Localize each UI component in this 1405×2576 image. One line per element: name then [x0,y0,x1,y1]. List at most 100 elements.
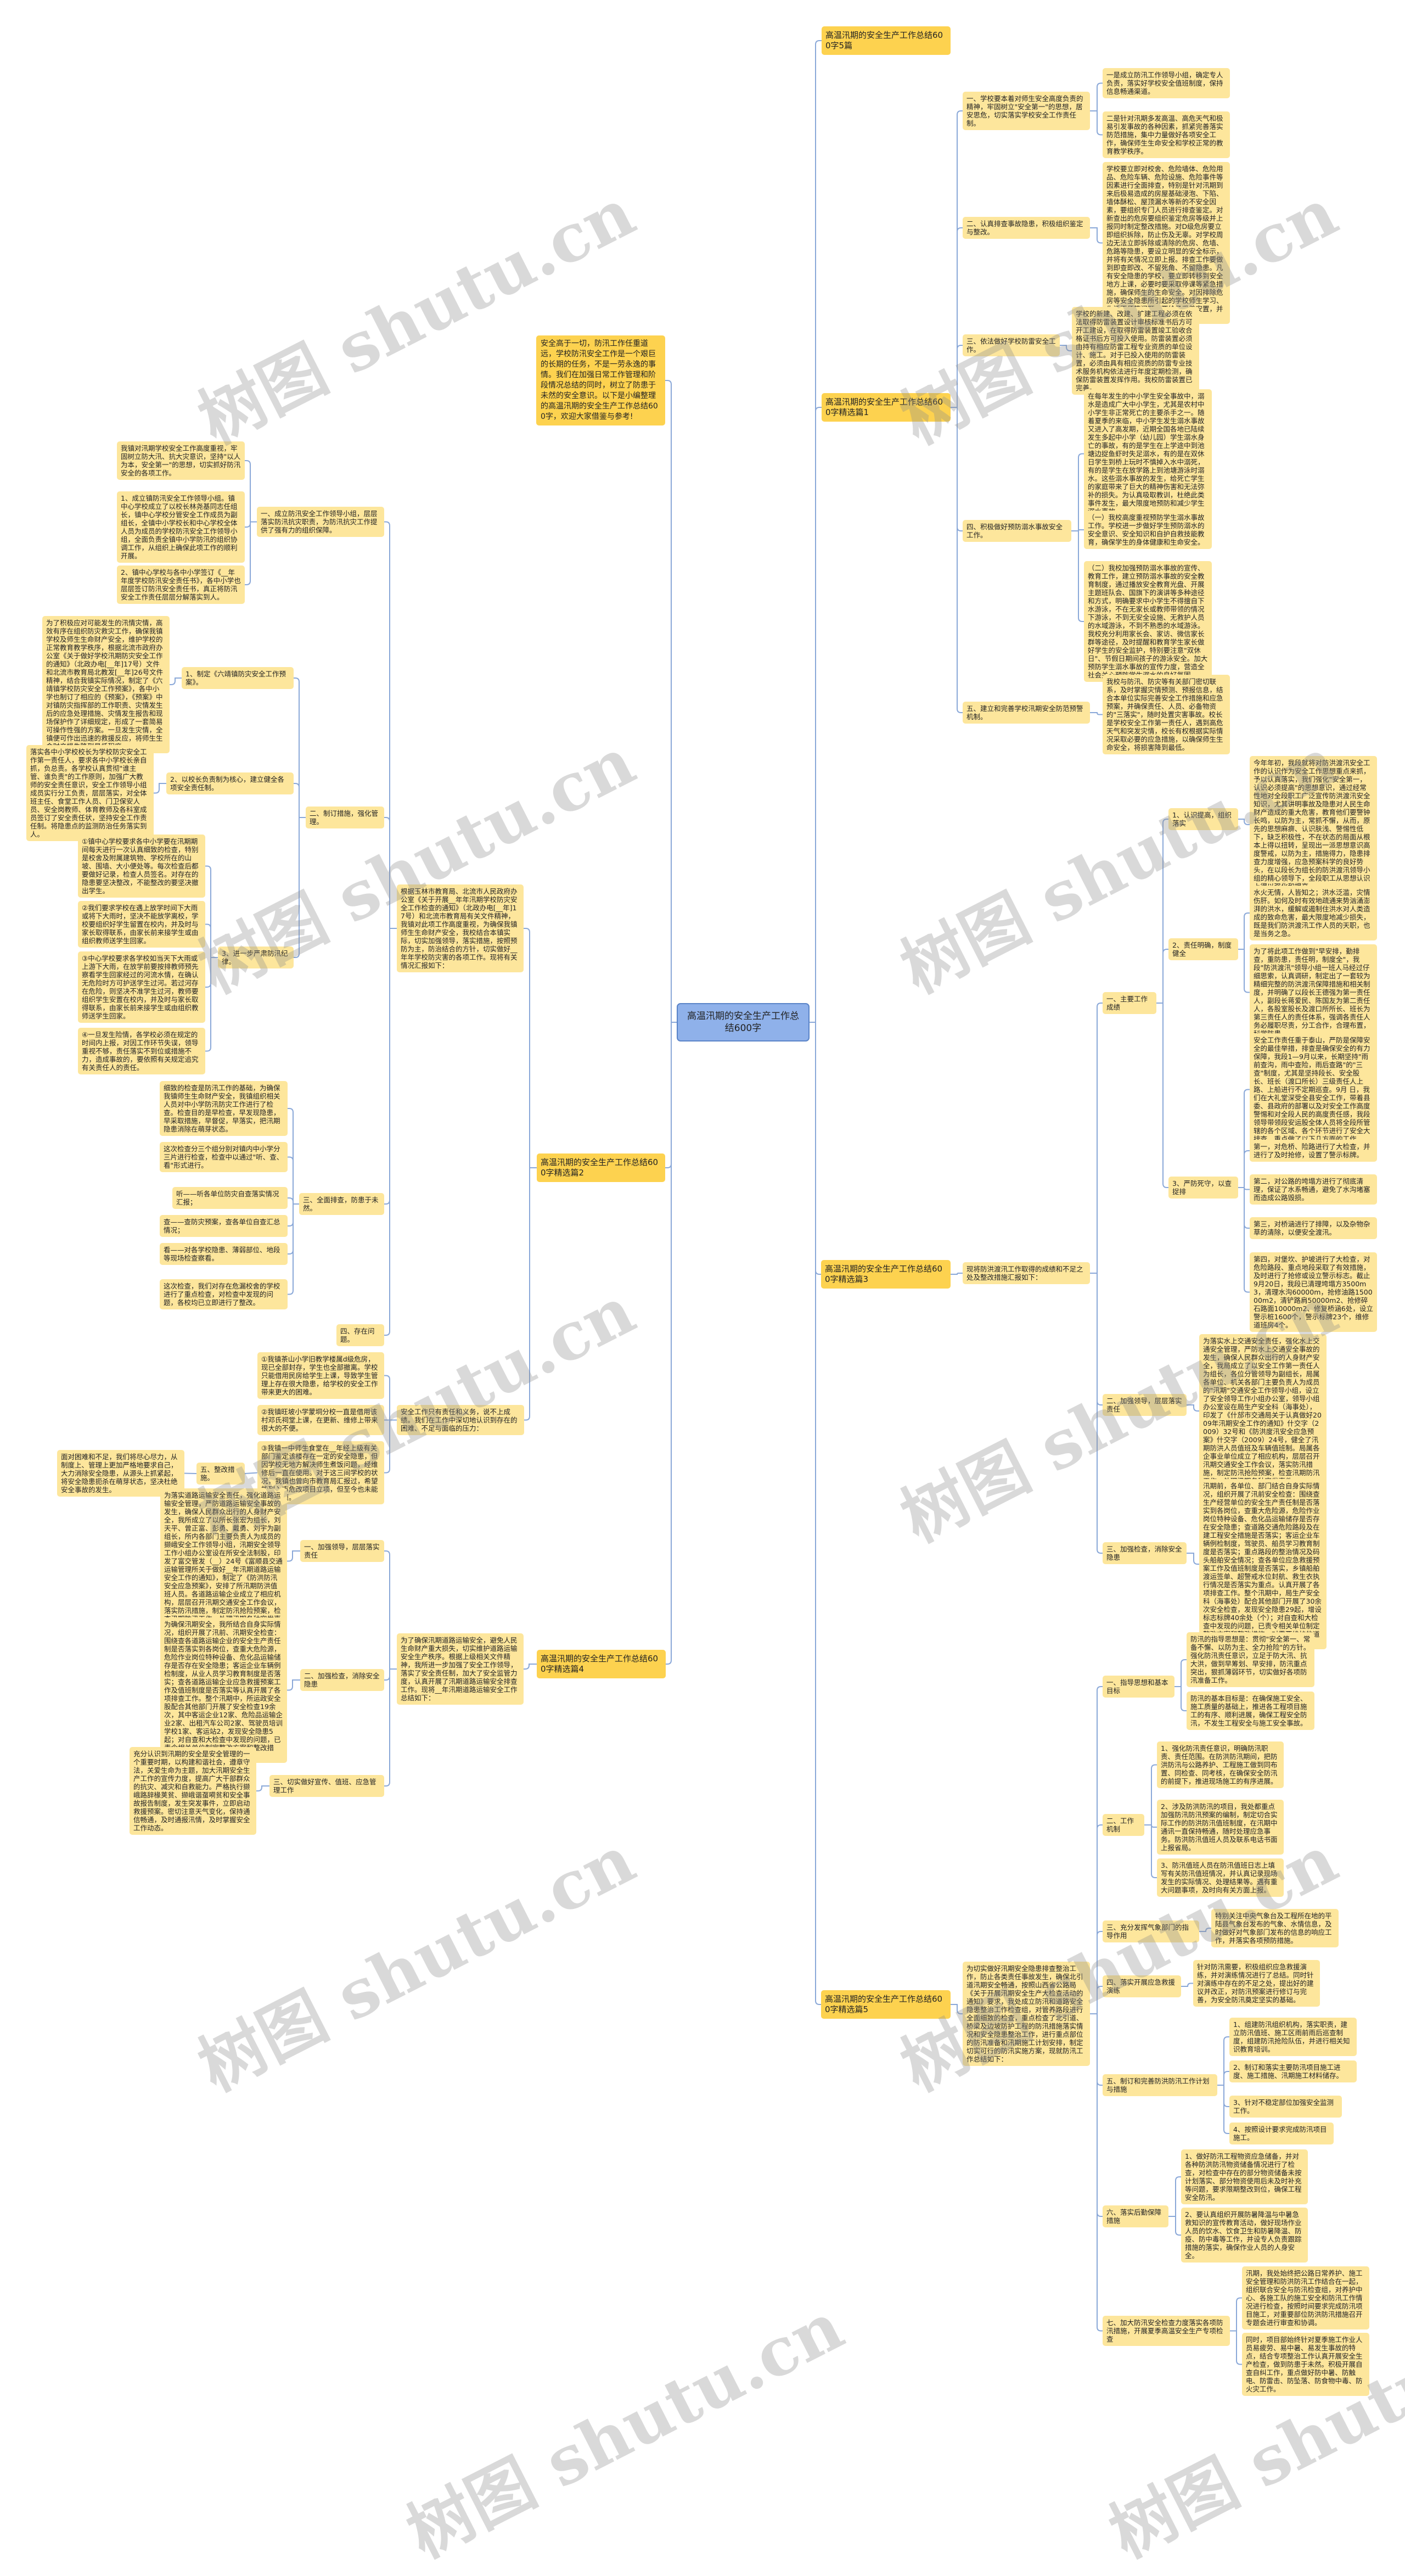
topic-intro[interactable]: 为了确保汛期道路运输安全，避免人民生命财产重大损失，切实维护道路运输安全生产秩序… [397,1633,524,1705]
topic-detail[interactable]: 针对防汛需要，积极组织应急救援演练，并对演练情况进行了总结。同时针对演练中存在的… [1193,1960,1320,2007]
intro-topic[interactable]: 安全高于一切，防汛工作任重道远，学校防汛安全工作是一个艰巨的长期的任务，不是一劳… [536,335,665,425]
topic-detail[interactable]: 2、涉及防洪防汛的项目，我处都重点加强防汛防汛预案的编制，制定切合实际工作的防洪… [1157,1800,1284,1855]
topic-item[interactable]: 一、成立防汛安全工作领导小组，层层落实防汛抗灾职责，为防汛抗灾工作提供了强有力的… [257,507,384,537]
topic-item[interactable]: 四、落实开展应急救援演练 [1103,1975,1181,1997]
topic-item[interactable]: 四、存在问题。 [336,1324,384,1346]
branch-article-3[interactable]: 高温汛期的安全生产工作总结600字精选篇3 [821,1260,951,1289]
topic-detail[interactable]: 汛期，我处始终把公路日常养护、施工安全管理和防洪防汛工作结合在一起，组织联合安全… [1242,2266,1369,2329]
topic-detail[interactable]: 特别关注中央气象台及工程所在地的平陆县气象台发布的气象、水情信息，及时做好对气象… [1211,1909,1339,1947]
topic-subitem[interactable]: 2、以校长负责制为核心，建立健全各项安全责任制。 [166,772,294,794]
topic-detail[interactable]: 落实各中小学校校长为学校防灾安全工作第一责任人，要求各中小学校长亲自抓，负总责。… [26,745,154,841]
topic-intro[interactable]: 为切实做好汛期安全隐患排查整治工作，防止各类责任事故发生，确保北引道汛期安全畅通… [963,1962,1090,2066]
topic-item[interactable]: 五、制订和完善防洪防汛工作计划与措施 [1103,2074,1217,2096]
topic-detail[interactable]: 我校与防汛、防灾等有关部门密切联系，及时掌握灾情预测、预报信息，结合本单位实际完… [1103,675,1230,754]
topic-item[interactable]: 三、加强检查，消除安全隐患 [1103,1542,1187,1564]
topic-subitem[interactable]: 2、责任明确，制度健全 [1168,938,1238,960]
topic-subitem[interactable]: 1、制定《六靖镇防灾安全工作预案》。 [182,667,294,689]
topic-detail[interactable]: 学校的新建、改建、扩建工程必须在依法取得防雷装置设计审核标准书后方可开工建设，在… [1072,307,1199,395]
branch-article-5[interactable]: 高温汛期的安全生产工作总结600字精选篇5 [821,1990,951,2019]
topic-detail[interactable]: 1、强化防汛责任意识，明确防汛职责、责任范围。在防洪防汛期间，把防洪防汛与公路养… [1157,1741,1284,1788]
topic-detail[interactable]: 细致的检查是防汛工作的基础，为确保我镇师生生命财产安全，我镇组织相关人员对中小学… [160,1081,288,1136]
topic-detail[interactable]: 防汛的指导思想是：贯彻"安全第一、常备不懈、以防为主、全力抢险"的方针。强化防汛… [1187,1632,1314,1687]
topic-detail[interactable]: ①我镇茶山小学旧教学楼属d级危房，现已全部封存，学生也全部撤离。学校只能借用民房… [257,1352,384,1399]
topic-detail[interactable]: 为落实道路运输安全责任，强化道路运输安全管理，严防道路运输安全事故的发生，确保人… [160,1488,287,1634]
topic-detail[interactable]: 第四，对堡坎、护坡进行了大检查，对危险路段、重点地段采取了有效措施，及时进行了抢… [1250,1252,1377,1332]
topic-detail[interactable]: 2、镇中心学校与各中小学签订《__年年度学校防汛安全责任书》，各中小学也层层签订… [117,565,245,604]
topic-subitem[interactable]: 3、严防死守，以查捉排 [1168,1177,1238,1199]
root-topic[interactable]: 高温汛期的安全生产工作总结600字 [677,1003,810,1041]
topic-detail[interactable]: 为了积极应对可能发生的汛情灾情，高效有序在组织防灾救灾工作，确保我镇学校及师生生… [42,616,170,753]
topic-detail[interactable]: 查——查防灾预案，查各单位自查汇总情况； [160,1215,288,1237]
topic-detail[interactable]: 3、防汛值班人员在防汛值班日志上填写有关防汛值班情况，并认真记录现场发生的实际情… [1157,1858,1284,1897]
topic-detail[interactable]: 充分认识到汛期的安全是安全管理的一个重要时期，以构建和谐社会，遵章守法，关爱生命… [130,1747,256,1835]
topic-subitem[interactable]: 1、认识提高，组织落实 [1168,808,1238,830]
connector-line [1181,1983,1193,1987]
topic-detail[interactable]: 为确保汛期安全，我所结合自身实际情况，组织开展了汛前、汛期安全检查：围绕查各道路… [160,1617,287,1763]
topic-detail[interactable]: 第二，对公路的垮塌方进行了彻底清理，保证了水系畅通，避免了水沟堵塞而造成公路毁损… [1250,1174,1377,1205]
topic-detail[interactable]: 汛期前，各单位、部门结合自身实际情况，组织开展了汛前安全检查：围绕查生产经营单位… [1199,1479,1327,1649]
topic-detail[interactable]: 3、针对不稳定部位加强安全监测工作。 [1229,2096,1342,2118]
topic-detail[interactable]: 安全工作责任重于泰山，严防是保障安全的最佳举措，排查是确保安全的有力保障，我段1… [1250,1033,1377,1146]
topic-detail[interactable]: 一是成立防汛工作领导小组，确定专人负责，落实好学校安全值班制度，保持信息畅通渠道… [1103,68,1230,98]
topic-item[interactable]: 四、积极做好预防溺水事故安全工作。 [963,520,1071,542]
topic-detail[interactable]: 今年年初，我段就将对防洪渡汛安全工作的认识作为安全工作思想重点来抓，予以认真落实… [1250,756,1377,893]
topic-detail[interactable]: 第一，对危桥、险路进行了大检查，并进行了及时抢修，设置了警示标牌。 [1250,1140,1377,1162]
topic-item[interactable]: 二、加强检查，消除安全隐患 [300,1669,384,1691]
topic-detail[interactable]: 1、做好防汛工程物资应急储备，并对各种防洪防汛物资储备情况进行了检查，对检查中存… [1181,2149,1308,2204]
topic-detail[interactable]: （二）我校加强预防溺水事故的宣传、教育工作，建立预防溺水事故的安全教育制度，通过… [1084,561,1212,682]
branch-article-2[interactable]: 高温汛期的安全生产工作总结600字精选篇2 [537,1153,665,1182]
topic-item[interactable]: 三、全面排查，防患于未然。 [299,1193,384,1215]
topic-item[interactable]: 一、主要工作成绩 [1103,992,1156,1014]
topic-item[interactable]: 二、认真排查事故隐患，积极组织鉴定与整改。 [963,217,1090,239]
topic-detail[interactable]: 二是针对汛期多发高温、高危天气和极易引发事故的各种因素，抓紧完善落实防范措施，集… [1103,111,1230,158]
topic-detail[interactable]: 为了将此项工作做到"早安排，勤排查，重防患，责任明，制度全"，我段"防洪渡汛"领… [1250,944,1377,1040]
topic-subitem[interactable]: 3、进一步严肃防汛纪律。 [218,947,294,968]
topic-detail[interactable]: ③中心学校要求各学校如当天下大雨或上游下大雨，在放学前要按排教师预先察看学生回家… [78,951,205,1023]
topic-detail[interactable]: ②我们要求学校在遇上放学时间下大雨或将下大雨时，坚决不能放学离校，学校要组织好学… [78,901,205,948]
topic-intro[interactable]: 根据玉林市教育局、北流市人民政府办公室《关于开展__年年汛期学校防灾安全工作检查… [397,884,524,972]
topic-detail[interactable]: ②我镇旺坡小学蒙垌分校一直是借用该村邓氏祠堂上课，在更新、维修上带来很大的不便。 [257,1405,384,1435]
topic-item[interactable]: 二、加强领导，层层落实责任 [1103,1394,1187,1416]
topic-detail[interactable]: 看——对各学校隐患、薄弱部位、地段等现场检查察看。 [160,1243,288,1265]
topic-detail[interactable]: 这次检查，我们对存在危漏校舍的学校进行了重点检查，对检查中发现的问题，各校均已立… [160,1279,288,1309]
topic-detail[interactable]: ①镇中心学校要求各中小学要在汛期期间每天进行一次认真细致的检查，特别是校舍及附属… [78,835,205,898]
topic-detail[interactable]: 2、制订和落实主要防汛项目施工进度、施工措施、汛期施工材料储存。 [1229,2060,1357,2082]
connector-line [810,40,822,1023]
connector-line [1238,912,1250,950]
topic-detail[interactable]: 第三，对桥涵进行了排障，以及杂物杂草的清除，以便安全渡汛。 [1250,1217,1377,1239]
topic-detail[interactable]: （一）我校高度重视预防学生溺水事故工作。学校进一步做好学生预防溺水的安全意识、安… [1084,511,1212,549]
topic-detail[interactable]: 为落实水上交通安全责任，强化水上交通安全管理，严防水上交通安全事故的发生，确保人… [1199,1334,1327,1488]
connector-line [1144,1764,1157,1825]
topic-detail[interactable]: 1、组建防汛组织机构，落实职责，建立防汛值班、施工区雨前雨后巡查制度，组建防汛抢… [1229,2018,1357,2056]
topic-detail[interactable]: 防汛的基本目标是：在确保施工安全、施工质量的基础上，推进各工程项目施工的有序、顺… [1187,1692,1314,1730]
topic-detail[interactable]: ④一旦发生险情，各学校必须在规定的时间内上报，对因工作环节失误，领导重视不够，责… [78,1028,205,1074]
branch-article-4[interactable]: 高温汛期的安全生产工作总结600字精选篇4 [537,1650,666,1678]
topic-item[interactable]: 三、切实做好宣传、值班、应急管理工作 [269,1775,384,1797]
topic-item[interactable]: 五、整改措施。 [196,1463,245,1485]
topic-detail[interactable]: 学校要立即对校舍、危险墙体、危险用品、危险车辆、危险设施、危险事件等因素进行全面… [1103,162,1230,324]
topic-detail[interactable]: 1、成立镇防汛安全工作领导小组。镇中心学校成立了以校长林尧基同志任组长，镇中心学… [117,491,245,563]
topic-intro[interactable]: 现将防洪渡汛工作取得的成绩和不足之处及整改措施汇报如下： [963,1262,1090,1284]
topic-item[interactable]: 一、指导思想和基本目标 [1103,1676,1174,1698]
topic-item[interactable]: 六、落实后勤保障措施 [1103,2205,1168,2227]
topic-detail[interactable]: 我镇对汛期学校安全工作高度重视，牢固树立防大汛、抗大灾意识，坚持"以人为本，安全… [117,441,245,480]
topic-detail[interactable]: 2、要认真组织开展防暑降温与中暑急救知识的宣传教育活动，做好现场作业人员的饮水、… [1181,2208,1308,2263]
topic-detail[interactable]: 水火无情，人皆知之；洪水泛滥，灾情伤肝。如何及时有效地疏通来势汹涌澎湃的洪水，缓… [1250,886,1377,940]
topic-detail[interactable]: 在每年发生的中小学生安全事故中，溺水是造成广大中小学生，尤其是农村中小学生非正常… [1084,389,1212,518]
topic-item[interactable]: 二、制订措施，强化管理。 [306,807,384,828]
topic-intro[interactable]: 安全工作只有责任和义务，说不上成绩。我们在工作中深切地认识到存在的困难、不足与面… [397,1405,524,1435]
topic-item[interactable]: 五、建立和完善学校汛期安全防范预警机制。 [963,702,1090,724]
topic-detail[interactable]: 4、按照设计要求完成防汛项目施工。 [1229,2123,1334,2144]
topic-item[interactable]: 三、依法做好学校防雷安全工作。 [963,334,1060,356]
topic-item[interactable]: 二、工作机制 [1103,1814,1144,1836]
branch-5-articles[interactable]: 高温汛期的安全生产工作总结600字5篇 [822,26,951,55]
topic-detail[interactable]: 同时，项目部始终针对夏季施工作业人员易疲劳、易中暑、易发生事故的特点，结合专项整… [1242,2333,1369,2396]
topic-item[interactable]: 三、充分发挥气象部门的指导作用 [1103,1920,1199,1942]
topic-item[interactable]: 一、学校要本着对师生安全高度负责的精神，牢固树立"安全第一"的思想，居安思危，切… [963,92,1090,130]
topic-detail[interactable]: 听——听各单位防灾自查落实情况汇报； [172,1187,288,1209]
connector-line [810,1022,821,1275]
topic-item[interactable]: 七、加大防汛安全检查力度落实各项防汛措施，开展夏季高温安全生产专项检查 [1103,2316,1230,2346]
topic-detail[interactable]: 这次检查分三个组分别对镇内中小学分三片进行检查，检查中以通过"听、查、看"形式进… [160,1142,288,1172]
topic-item[interactable]: 一、加强领导，层层落实责任 [300,1540,384,1562]
branch-article-1[interactable]: 高温汛期的安全生产工作总结600字精选篇1 [822,393,951,422]
